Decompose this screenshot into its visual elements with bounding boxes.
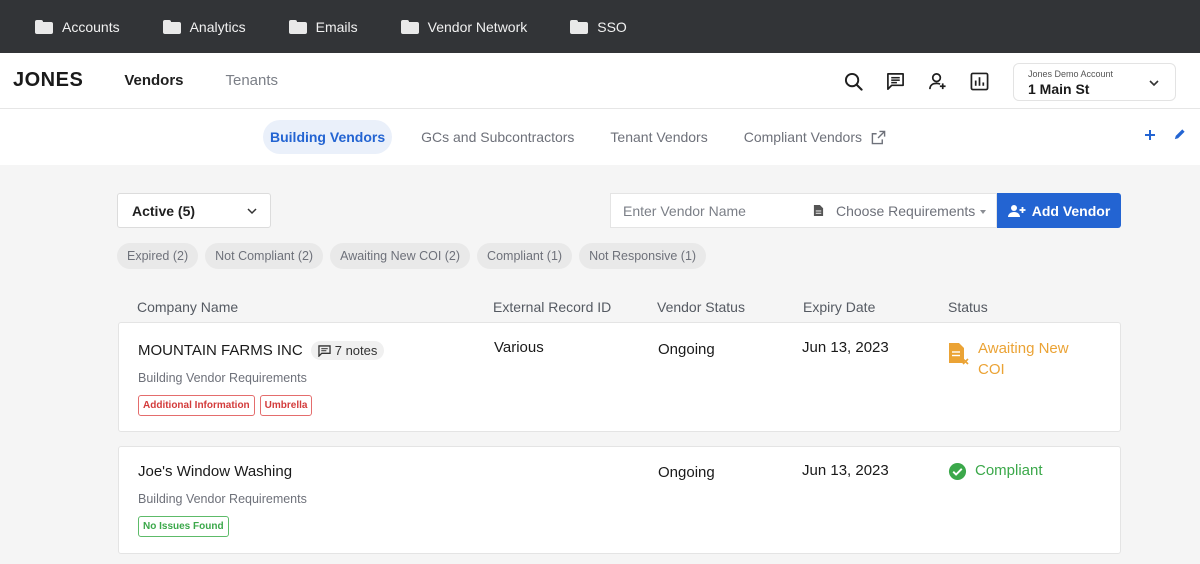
status-awaiting: Awaiting New COI [948,338,1088,380]
requirements-label: Building Vendor Requirements [138,492,307,506]
comment-icon [318,344,331,357]
status-filter-dropdown[interactable]: Active (5) [117,193,271,228]
tab-gcs-and-subcontractors[interactable]: GCs and Subcontractors [414,120,581,154]
column-header-vendor-status[interactable]: Vendor Status [657,299,745,315]
status-text: Compliant [975,462,1043,479]
vendor-status: Ongoing [658,464,715,481]
check-circle-icon [948,462,967,481]
table-row[interactable]: Joe's Window Washing Building Vendor Req… [118,446,1121,554]
tab-compliant-vendors[interactable]: Compliant Vendors [737,120,893,154]
chevron-down-icon [1149,80,1159,87]
top-nav-label: Emails [315,18,358,35]
chevron-down-icon [247,208,257,215]
chip-not-compliant[interactable]: Not Compliant (2) [205,243,324,269]
folder-icon [35,19,53,34]
column-header-status[interactable]: Status [948,299,988,315]
nav-vendors[interactable]: Vendors [124,72,183,89]
column-header-company[interactable]: Company Name [137,299,238,315]
tab-building-vendors[interactable]: Building Vendors [263,120,393,154]
notes-badge[interactable]: 7 notes [310,341,385,360]
top-nav-label: Analytics [189,18,246,35]
company-name-cell: Joe's Window Washing [138,463,292,480]
top-nav-label: SSO [597,18,627,35]
no-issues-tag: No Issues Found [138,516,229,537]
sub-navigation: Building Vendors GCs and Subcontractors … [0,109,1200,165]
tab-tenant-vendors[interactable]: Tenant Vendors [603,120,714,154]
folder-icon [162,19,181,34]
status-text: Awaiting New COI [978,340,1069,378]
top-nav-sso[interactable]: SSO [570,19,627,35]
tab-label: Tenant Vendors [610,129,708,145]
external-record-id: Various [494,339,544,356]
top-nav-vendor-network[interactable]: Vendor Network [400,18,528,35]
top-nav-label: Vendor Network [427,18,528,35]
column-header-external-id[interactable]: External Record ID [493,299,611,315]
issue-tag: Additional Information [138,395,255,416]
chat-icon[interactable] [884,70,906,92]
caret-down-icon [980,210,986,214]
vendor-search-input[interactable] [610,193,801,228]
folder-icon [288,19,307,34]
add-vendor-label: Add Vendor [1031,202,1111,219]
expiry-date: Jun 13, 2023 [802,339,889,356]
notes-count: 7 notes [334,343,378,358]
account-selector[interactable]: Jones Demo Account 1 Main St [1013,63,1176,101]
report-icon[interactable] [968,70,990,92]
user-add-icon[interactable] [926,70,948,92]
company-name[interactable]: Joe's Window Washing [138,463,292,480]
issue-tag: Umbrella [259,395,313,416]
top-nav-label: Accounts [62,18,120,35]
requirements-label: Building Vendor Requirements [138,371,307,385]
expiry-date: Jun 13, 2023 [802,462,889,479]
add-user-icon [1007,204,1026,217]
search-icon[interactable] [842,70,864,92]
company-name-cell: MOUNTAIN FARMS INC 7 notes [138,341,385,360]
document-icon [813,205,824,216]
requirements-placeholder: Choose Requirements [836,202,976,219]
app-header: JONES Vendors Tenants Jones Demo Account… [0,53,1200,109]
header-icons [842,53,990,109]
folder-icon [570,19,589,34]
chip-expired[interactable]: Expired (2) [117,243,199,269]
tab-label: Building Vendors [270,129,386,145]
tab-label: Compliant Vendors [743,129,863,145]
external-link-icon [871,130,886,144]
chip-compliant[interactable]: Compliant (1) [477,243,573,269]
top-nav-accounts[interactable]: Accounts [35,19,120,35]
top-nav-analytics[interactable]: Analytics [162,18,246,35]
column-header-expiry-date[interactable]: Expiry Date [803,299,875,315]
logo[interactable]: JONES [13,69,83,92]
company-name[interactable]: MOUNTAIN FARMS INC [138,342,303,359]
status-chips: Expired (2) Not Compliant (2) Awaiting N… [117,243,707,269]
chip-awaiting-new-coi[interactable]: Awaiting New COI (2) [330,243,471,269]
issue-tags: Additional Information Umbrella [138,395,313,416]
add-tab-icon[interactable] [1143,128,1157,142]
add-vendor-button[interactable]: Add Vendor [997,193,1121,228]
tab-label: GCs and Subcontractors [421,129,575,145]
table-row[interactable]: MOUNTAIN FARMS INC 7 notes Building Vend… [118,322,1121,432]
top-navigation-bar: Accounts Analytics Emails Vendor Network… [0,0,1200,53]
vendor-status: Ongoing [658,341,715,358]
nav-tenants[interactable]: Tenants [226,72,279,89]
chip-not-responsive[interactable]: Not Responsive (1) [579,243,707,269]
status-compliant: Compliant [948,462,1043,481]
issue-tags: No Issues Found [138,516,229,537]
status-filter-value: Active (5) [132,203,196,219]
document-error-icon [949,343,969,365]
edit-pencil-icon[interactable] [1173,128,1186,141]
top-nav-emails[interactable]: Emails [288,18,358,35]
requirements-select[interactable]: Choose Requirements [800,193,997,228]
folder-icon [400,19,419,34]
